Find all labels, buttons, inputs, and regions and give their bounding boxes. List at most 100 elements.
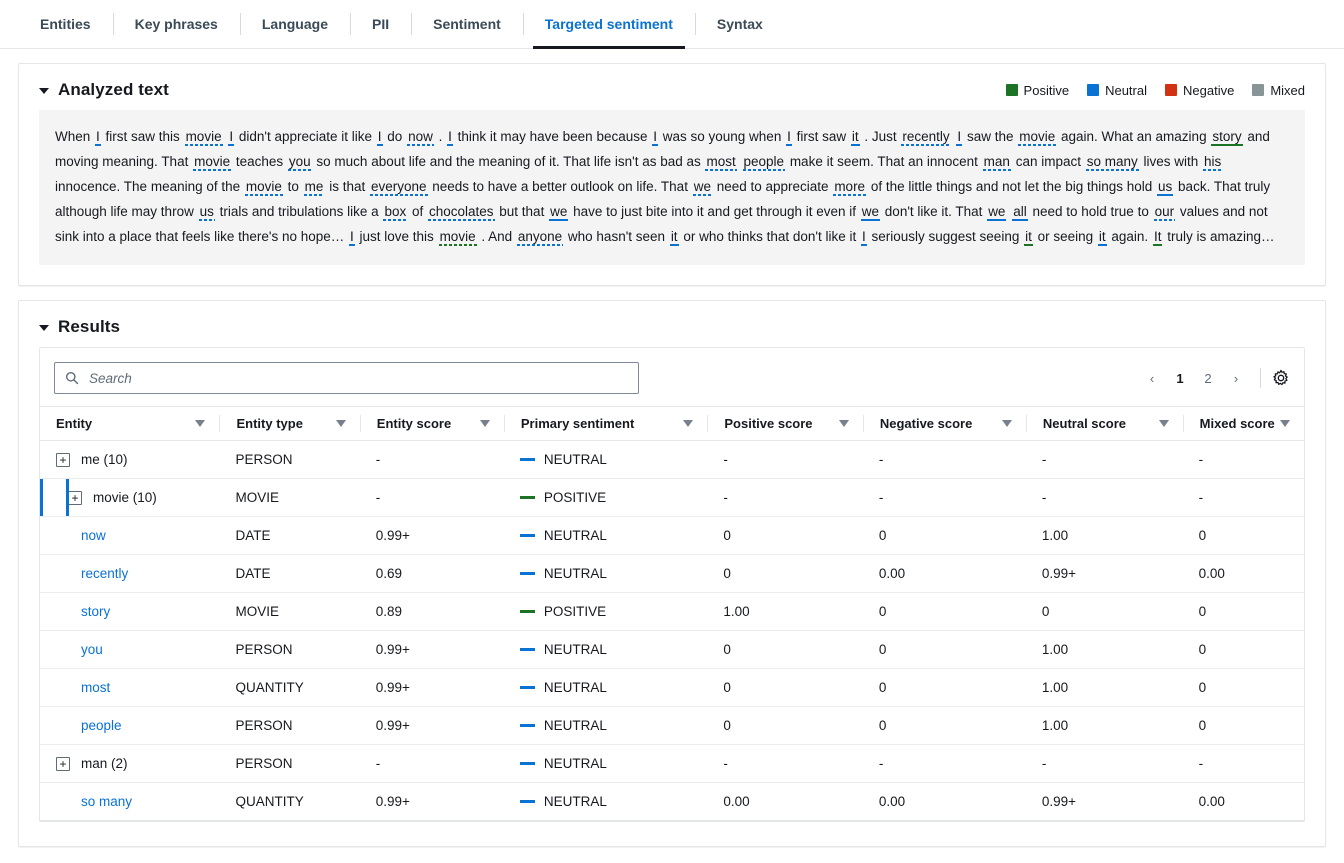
analyzed-token[interactable]: us (198, 204, 216, 219)
column-header-mixed-score[interactable]: Mixed score (1182, 406, 1304, 441)
sentiment-legend: Positive Neutral Negative Mixed (1005, 83, 1305, 98)
search-icon (65, 371, 79, 385)
tab-syntax[interactable]: Syntax (694, 0, 785, 48)
analyzed-token[interactable]: movie (438, 229, 478, 244)
pagination-prev-button[interactable]: ‹ (1139, 365, 1165, 391)
column-header-positive-score[interactable]: Positive score (707, 406, 863, 441)
table-row[interactable]: + me (10) PERSON - NEUTRAL - - - - (40, 440, 1304, 479)
analyzed-token[interactable]: man (982, 154, 1012, 169)
text-fragment: who hasn't seen (564, 229, 669, 244)
table-row[interactable]: most QUANTITY 0.99+ NEUTRAL 0 0 1.00 0 (40, 668, 1304, 707)
entity-link[interactable]: most (81, 680, 110, 695)
analyzed-token[interactable]: I (227, 129, 235, 144)
collapse-caret-icon[interactable] (39, 88, 49, 94)
results-collapse-caret-icon[interactable] (39, 325, 49, 331)
analyzed-token[interactable]: we (548, 204, 569, 219)
tab-targeted-sentiment[interactable]: Targeted sentiment (522, 0, 695, 49)
expand-row-icon[interactable]: + (56, 452, 70, 467)
table-row[interactable]: story MOVIE 0.89 POSITIVE 1.00 0 0 0 (40, 592, 1304, 631)
sort-descending-icon[interactable] (195, 420, 206, 427)
cell-mixed-score: 0 (1182, 668, 1304, 707)
analyzed-token[interactable]: It (1152, 229, 1164, 244)
analyzed-token[interactable]: I (651, 129, 659, 144)
analyzed-token[interactable]: everyone (369, 179, 429, 194)
analyzed-token[interactable]: it (1023, 229, 1034, 244)
expand-row-icon[interactable]: + (56, 756, 70, 771)
analyzed-token[interactable]: so many (1085, 154, 1140, 169)
analyzed-token[interactable]: anyone (516, 229, 564, 244)
column-header-entity-type[interactable]: Entity type (219, 406, 360, 441)
table-row[interactable]: you PERSON 0.99+ NEUTRAL 0 0 1.00 0 (40, 630, 1304, 669)
analyzed-token[interactable]: chocolates (427, 204, 496, 219)
analyzed-token[interactable]: now (406, 129, 435, 144)
analyzed-token[interactable]: we (692, 179, 713, 194)
table-row[interactable]: people PERSON 0.99+ NEUTRAL 0 0 1.00 0 (40, 706, 1304, 745)
tab-pii[interactable]: PII (349, 0, 411, 48)
sort-descending-icon[interactable] (479, 420, 490, 427)
analyzed-token[interactable]: me (303, 179, 326, 194)
analyzed-token[interactable]: people (742, 154, 787, 169)
entity-link[interactable]: recently (81, 566, 128, 581)
expand-row-icon[interactable]: + (68, 490, 82, 505)
analyzed-token[interactable]: we (986, 204, 1007, 219)
entity-link[interactable]: now (81, 528, 106, 543)
table-row[interactable]: + man (2) PERSON - NEUTRAL - - - - (40, 744, 1304, 783)
analyzed-token[interactable]: most (704, 154, 737, 169)
analyzed-token[interactable]: it (669, 229, 680, 244)
table-row[interactable]: recently DATE 0.69 NEUTRAL 0 0.00 0.99+ 0.00 (40, 554, 1304, 593)
analyzed-token[interactable]: I (376, 129, 384, 144)
search-input[interactable] (87, 369, 628, 387)
entity-link[interactable]: you (81, 642, 103, 657)
analyzed-token[interactable]: his (1202, 154, 1223, 169)
tab-language[interactable]: Language (239, 0, 350, 48)
analyzed-token[interactable]: recently (900, 129, 951, 144)
pagination-next-button[interactable]: › (1223, 365, 1249, 391)
entity-link[interactable]: story (81, 604, 110, 619)
column-header-entity[interactable]: Entity (40, 406, 220, 441)
sort-descending-icon[interactable] (1280, 420, 1290, 427)
gear-icon[interactable] (1272, 369, 1290, 387)
pagination-page-1[interactable]: 1 (1167, 365, 1193, 391)
pagination-page-2[interactable]: 2 (1195, 365, 1221, 391)
analyzed-token[interactable]: it (1097, 229, 1108, 244)
search-box[interactable] (54, 362, 639, 394)
column-header-negative-score[interactable]: Negative score (862, 406, 1026, 441)
analyzed-token[interactable]: all (1011, 204, 1029, 219)
column-header-entity-score[interactable]: Entity score (359, 406, 504, 441)
column-header-neutral-score[interactable]: Neutral score (1025, 406, 1183, 441)
tab-sentiment[interactable]: Sentiment (411, 0, 523, 48)
analyzed-token[interactable]: movie (1017, 129, 1057, 144)
analyzed-token[interactable]: box (382, 204, 408, 219)
analyzed-token[interactable]: you (287, 154, 313, 169)
analyzed-token[interactable]: movie (244, 179, 284, 194)
sort-descending-icon[interactable] (335, 420, 346, 427)
table-row[interactable]: now DATE 0.99+ NEUTRAL 0 0 1.00 0 (40, 516, 1304, 555)
table-row[interactable]: so many QUANTITY 0.99+ NEUTRAL 0.00 0.00 0.99+… (40, 782, 1304, 821)
analyzed-token[interactable]: we (860, 204, 881, 219)
analyzed-token[interactable]: us (1156, 179, 1174, 194)
analyzed-token[interactable]: I (785, 129, 793, 144)
analyzed-token[interactable]: I (94, 129, 102, 144)
analyzed-token[interactable]: movie (192, 154, 232, 169)
analyzed-token[interactable]: it (850, 129, 861, 144)
tab-entities[interactable]: Entities (18, 0, 113, 48)
table-row[interactable]: + movie (10) MOVIE - POSITIVE - - - - (40, 478, 1304, 517)
analyzed-token[interactable]: I (860, 229, 868, 244)
entity-link[interactable]: so many (81, 794, 132, 809)
sort-descending-icon[interactable] (683, 420, 694, 427)
entity-link[interactable]: people (81, 718, 122, 733)
analyzed-token[interactable]: more (832, 179, 867, 194)
cell-entity-type: MOVIE (219, 478, 360, 517)
sort-descending-icon[interactable] (1001, 420, 1012, 427)
column-header-label: Neutral score (1042, 416, 1126, 431)
analyzed-token[interactable]: movie (184, 129, 224, 144)
analyzed-token[interactable]: story (1210, 129, 1243, 144)
sort-descending-icon[interactable] (838, 420, 849, 427)
analyzed-token[interactable]: our (1153, 204, 1177, 219)
analyzed-token[interactable]: I (955, 129, 963, 144)
analyzed-token[interactable]: I (446, 129, 454, 144)
tab-key-phrases[interactable]: Key phrases (112, 0, 240, 48)
column-header-primary-sentiment[interactable]: Primary sentiment (503, 406, 708, 441)
sort-descending-icon[interactable] (1158, 420, 1169, 427)
analyzed-token[interactable]: I (348, 229, 356, 244)
